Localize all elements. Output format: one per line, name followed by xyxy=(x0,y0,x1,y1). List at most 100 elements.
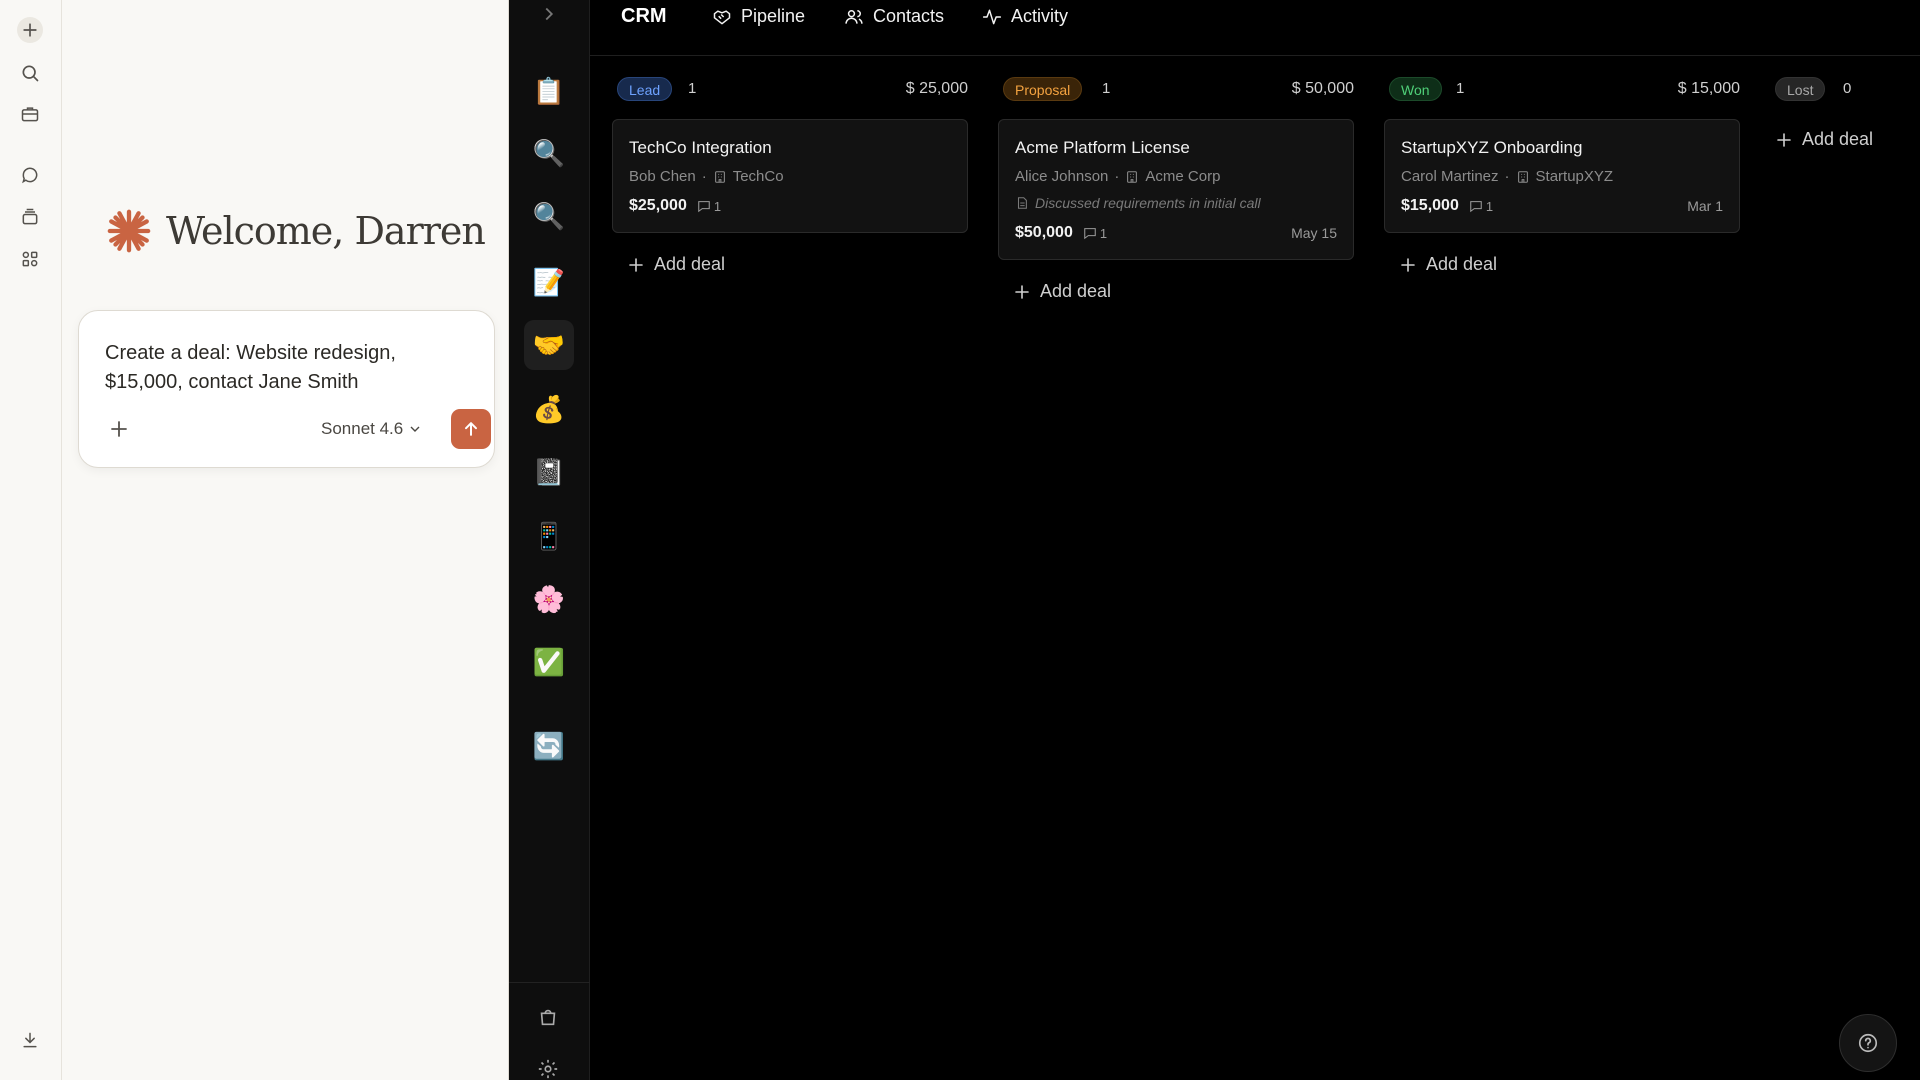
plus-icon xyxy=(1015,284,1029,299)
deal-title: Acme Platform License xyxy=(1015,138,1190,157)
dock-sync-app[interactable]: 🔄 xyxy=(524,721,574,771)
add-deal-button[interactable]: Add deal xyxy=(628,254,725,275)
deal-contact: Alice Johnson xyxy=(1015,168,1109,185)
dock-notes-app[interactable]: 📝 xyxy=(524,257,574,307)
model-selector[interactable]: Sonnet 4.6 xyxy=(321,417,421,441)
download-button[interactable] xyxy=(17,1027,43,1053)
send-button[interactable] xyxy=(451,409,491,449)
deal-close-date: May 15 xyxy=(1291,225,1337,241)
store-button[interactable] xyxy=(537,1006,561,1030)
column-count: 1 xyxy=(688,80,697,97)
deal-meta: Alice Johnson · Acme Corp xyxy=(1015,168,1220,185)
dock-crm-app[interactable]: 🤝 xyxy=(524,320,574,370)
deal-footer: $25,000 1 xyxy=(629,197,951,215)
dock-divider xyxy=(509,982,590,983)
search-icon xyxy=(22,65,39,82)
chevron-right-icon xyxy=(545,7,554,21)
dock-flower-app[interactable]: 🌸 xyxy=(524,574,574,624)
add-deal-button[interactable]: Add deal xyxy=(1014,281,1111,302)
nav-pipeline-label: Pipeline xyxy=(741,6,806,26)
meta-separator: · xyxy=(1114,168,1120,185)
stack-icon xyxy=(22,208,38,225)
chat-main: Welcome, Darren Create a deal: Website r… xyxy=(62,0,509,1080)
deal-footer: $15,000 1 Mar 1 xyxy=(1401,197,1723,215)
arrow-up-icon xyxy=(465,422,477,436)
spark-logo-icon xyxy=(107,209,151,253)
plus-icon xyxy=(1401,257,1415,272)
briefcase-icon xyxy=(21,107,39,122)
stage-badge-lead: Lead xyxy=(617,77,673,101)
column-header: Lead 1 $ 25,000 xyxy=(612,76,968,102)
attach-button[interactable] xyxy=(107,417,131,441)
chats-button[interactable] xyxy=(17,162,43,188)
nav-contacts[interactable]: Contacts xyxy=(844,6,944,27)
plus-icon xyxy=(23,23,37,37)
nav-contacts-label: Contacts xyxy=(873,6,945,26)
column-total: $ 50,000 xyxy=(1291,80,1354,97)
nav-activity[interactable]: Activity xyxy=(982,6,1068,27)
add-deal-label: Add deal xyxy=(654,254,726,274)
deal-footer: $50,000 1 May 15 xyxy=(1015,224,1337,242)
stage-badge-won: Won xyxy=(1389,77,1442,101)
deal-title: TechCo Integration xyxy=(629,138,772,157)
question-icon xyxy=(1858,1033,1878,1053)
comment-count-value: 1 xyxy=(713,198,722,214)
column-header: Won 1 $ 15,000 xyxy=(1384,76,1740,102)
meta-separator: · xyxy=(701,168,707,185)
deal-close-date: Mar 1 xyxy=(1687,198,1723,214)
deal-contact: Carol Martinez xyxy=(1401,168,1499,185)
column-count: 1 xyxy=(1456,80,1465,97)
chat-bubble-icon xyxy=(22,167,38,184)
deal-note-text: Discussed requirements in initial call xyxy=(1035,195,1261,211)
deal-card[interactable]: Acme Platform License Alice Johnson · Ac… xyxy=(998,119,1354,260)
deal-card[interactable]: TechCo Integration Bob Chen · TechCo $25… xyxy=(612,119,968,233)
add-deal-label: Add deal xyxy=(1802,129,1874,149)
building-icon xyxy=(1127,170,1138,183)
settings-button[interactable] xyxy=(537,1058,561,1080)
column-total: $ 15,000 xyxy=(1677,80,1740,97)
app-dock: 📋 🔍 🔍 📝 🤝 💰 📓 📱 🌸 ✅ 🔄 xyxy=(509,0,590,1080)
nav-pipeline[interactable]: Pipeline xyxy=(712,6,805,27)
column-count: 0 xyxy=(1843,80,1852,97)
users-icon xyxy=(845,9,863,24)
help-button[interactable] xyxy=(1839,1014,1897,1072)
add-deal-button[interactable]: Add deal xyxy=(1776,129,1873,150)
dock-search-app-2[interactable]: 🔍 xyxy=(524,191,574,241)
dock-tasks-app[interactable]: ✅ xyxy=(524,637,574,687)
chat-sidebar xyxy=(0,0,62,1080)
tools-button[interactable] xyxy=(17,101,43,127)
nav-activity-label: Activity xyxy=(1011,6,1069,26)
dock-search-app[interactable]: 🔍 xyxy=(524,128,574,178)
expand-dock-button[interactable] xyxy=(538,3,560,25)
artifacts-button[interactable] xyxy=(17,246,43,272)
dock-clipboard-app[interactable]: 📋 xyxy=(524,66,574,116)
search-button[interactable] xyxy=(17,60,43,86)
pipeline-column-lead: Lead 1 $ 25,000 TechCo Integration Bob C… xyxy=(612,76,968,274)
add-deal-label: Add deal xyxy=(1040,281,1112,301)
comment-count-value: 1 xyxy=(1099,225,1108,241)
new-chat-button[interactable] xyxy=(17,17,43,43)
stage-badge-lost: Lost xyxy=(1775,77,1826,101)
prompt-input[interactable]: Create a deal: Website redesign, $15,000… xyxy=(105,339,465,397)
download-icon xyxy=(23,1032,37,1048)
deal-amount: $50,000 xyxy=(1015,224,1073,241)
deal-amount: $25,000 xyxy=(629,197,687,214)
dock-notebook-app[interactable]: 📓 xyxy=(524,447,574,497)
pipeline-column-lost: Lost 0 Add deal xyxy=(1770,76,1910,149)
plus-icon xyxy=(1777,132,1791,147)
projects-button[interactable] xyxy=(17,204,43,230)
add-deal-button[interactable]: Add deal xyxy=(1400,254,1497,275)
deal-contact: Bob Chen xyxy=(629,168,696,185)
deal-company: TechCo xyxy=(732,168,784,185)
plus-icon xyxy=(629,257,643,272)
comment-count: 1 xyxy=(1083,226,1107,241)
shopping-bag-icon xyxy=(540,1009,556,1026)
dock-finance-app[interactable]: 💰 xyxy=(524,384,574,434)
dock-phone-app[interactable]: 📱 xyxy=(524,511,574,561)
comment-count: 1 xyxy=(697,199,721,214)
deal-card[interactable]: StartupXYZ Onboarding Carol Martinez · S… xyxy=(1384,119,1740,233)
welcome-text: Welcome, Darren xyxy=(166,209,486,253)
column-total: $ 25,000 xyxy=(905,80,968,97)
model-label: Sonnet 4.6 xyxy=(321,419,404,438)
chat-composer[interactable]: Create a deal: Website redesign, $15,000… xyxy=(78,310,495,468)
